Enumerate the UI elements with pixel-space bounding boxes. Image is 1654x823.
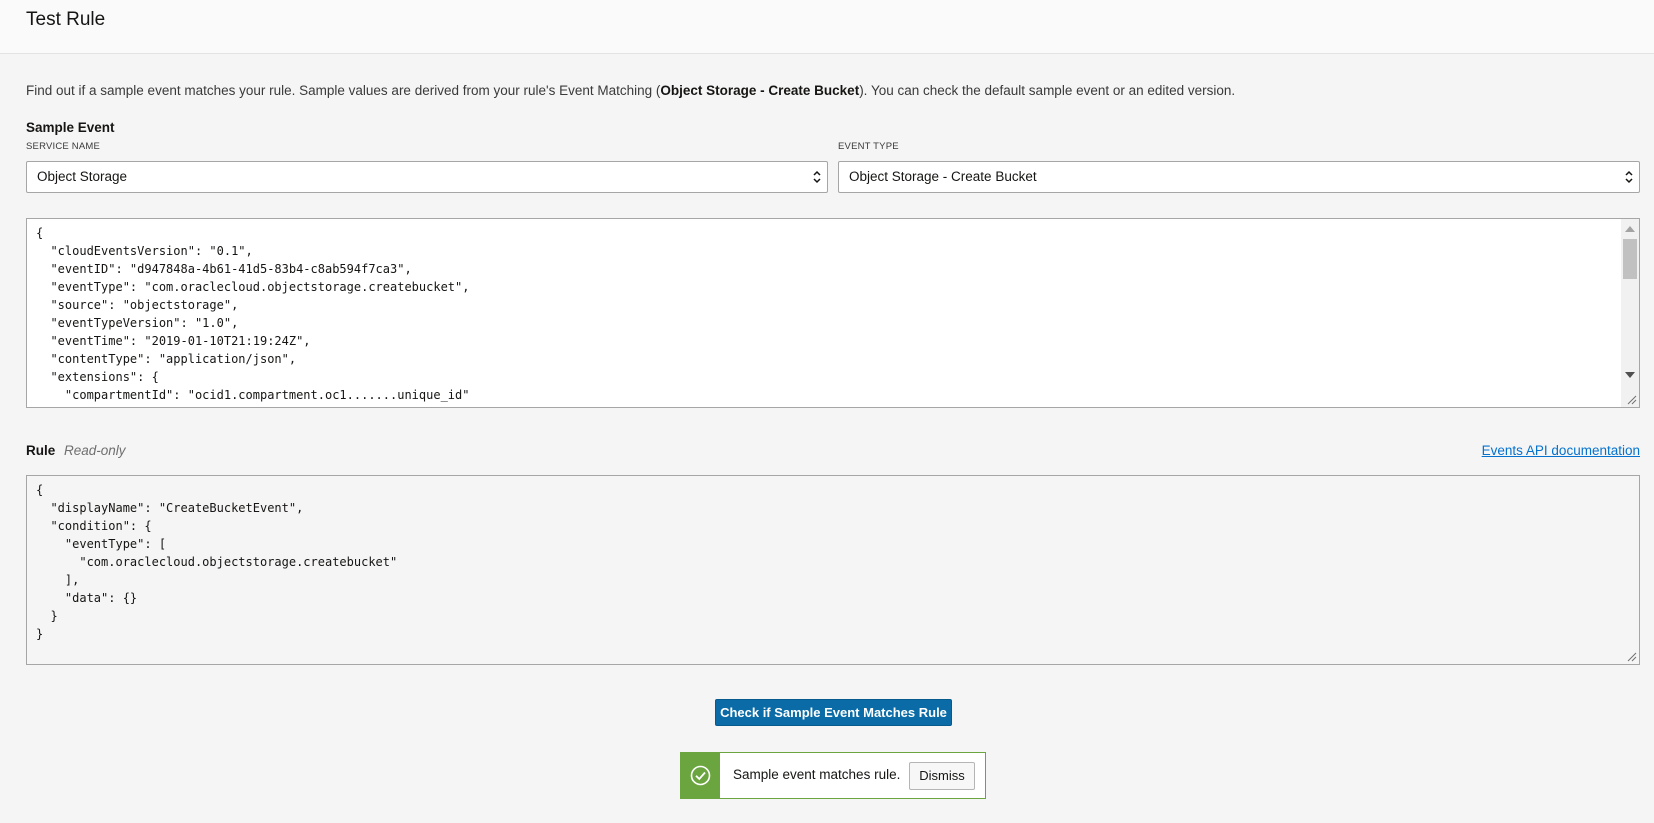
page-description: Find out if a sample event matches your … xyxy=(26,83,1235,98)
service-name-label: SERVICE NAME xyxy=(26,141,101,152)
sample-event-json-line: { xyxy=(36,226,44,240)
sample-event-json-line: "eventTypeVersion": "1.0", xyxy=(36,316,239,330)
scroll-down-icon[interactable] xyxy=(1625,372,1635,378)
sample-event-editor[interactable]: { "cloudEventsVersion": "0.1", "eventID"… xyxy=(26,218,1640,408)
rule-label: Rule xyxy=(26,443,56,458)
rule-json-line: } xyxy=(36,609,58,623)
rule-readonly-label: Read-only xyxy=(64,443,126,458)
result-message-text: Sample event matches rule. xyxy=(733,767,901,782)
resize-grip-icon[interactable] xyxy=(1625,650,1637,662)
rule-json-line: "com.oraclecloud.objectstorage.createbuc… xyxy=(36,555,398,569)
match-result-message: Sample event matches rule. Dismiss xyxy=(680,752,986,799)
rule-json-line: } xyxy=(36,627,44,641)
sample-event-heading: Sample Event xyxy=(26,120,115,135)
events-api-documentation-link[interactable]: Events API documentation xyxy=(1482,443,1640,458)
check-circle-icon xyxy=(690,765,711,786)
service-name-select[interactable]: Object Storage xyxy=(26,161,828,193)
description-text-start: Find out if a sample event matches your … xyxy=(26,83,661,98)
sample-event-json-line: "eventID": "d947848a-4b61-41d5-83b4-c8ab… xyxy=(36,262,412,276)
sample-event-json-line: "eventTime": "2019-01-10T21:19:24Z", xyxy=(36,334,311,348)
rule-json-line: ], xyxy=(36,573,80,587)
rule-json-line: "displayName": "CreateBucketEvent", xyxy=(36,501,304,515)
description-event-name: Object Storage - Create Bucket xyxy=(660,83,860,98)
scrollbar-thumb[interactable] xyxy=(1623,239,1637,279)
rule-json: { "displayName": "CreateBucketEvent", "c… xyxy=(36,481,397,643)
scroll-up-icon[interactable] xyxy=(1625,226,1635,232)
event-type-select[interactable]: Object Storage - Create Bucket xyxy=(838,161,1640,193)
event-type-label: EVENT TYPE xyxy=(838,141,899,152)
service-name-value: Object Storage xyxy=(37,169,128,184)
sample-event-json-line: "cloudEventsVersion": "0.1", xyxy=(36,244,253,258)
rule-json-line: { xyxy=(36,483,44,497)
rule-json-viewer: { "displayName": "CreateBucketEvent", "c… xyxy=(26,475,1640,665)
dismiss-button[interactable]: Dismiss xyxy=(909,762,975,790)
chevron-updown-icon xyxy=(813,170,821,184)
description-text-end: ). You can check the default sample even… xyxy=(859,83,1236,98)
sample-event-json-line: "eventType": "com.oraclecloud.objectstor… xyxy=(36,280,470,294)
rule-json-line: "data": {} xyxy=(36,591,138,605)
event-type-value: Object Storage - Create Bucket xyxy=(849,169,1037,184)
resize-grip-icon[interactable] xyxy=(1625,393,1637,405)
sample-event-json-line: "contentType": "application/json", xyxy=(36,352,297,366)
rule-json-line: "condition": { xyxy=(36,519,152,533)
sample-event-json-line: "source": "objectstorage", xyxy=(36,298,239,312)
sample-event-json-line: "extensions": { xyxy=(36,370,159,384)
success-status-bar xyxy=(681,753,720,798)
check-match-button[interactable]: Check if Sample Event Matches Rule xyxy=(715,699,952,726)
rule-json-line: "eventType": [ xyxy=(36,537,167,551)
sample-event-json-line: "compartmentId": "ocid1.compartment.oc1.… xyxy=(36,388,470,402)
page-header: Test Rule xyxy=(0,0,1654,54)
sample-event-json-line: }, xyxy=(36,404,469,407)
sample-event-json[interactable]: { "cloudEventsVersion": "0.1", "eventID"… xyxy=(36,224,470,407)
sample-event-scrollbar[interactable] xyxy=(1621,219,1639,407)
chevron-updown-icon xyxy=(1625,170,1633,184)
page-title: Test Rule xyxy=(26,9,106,30)
